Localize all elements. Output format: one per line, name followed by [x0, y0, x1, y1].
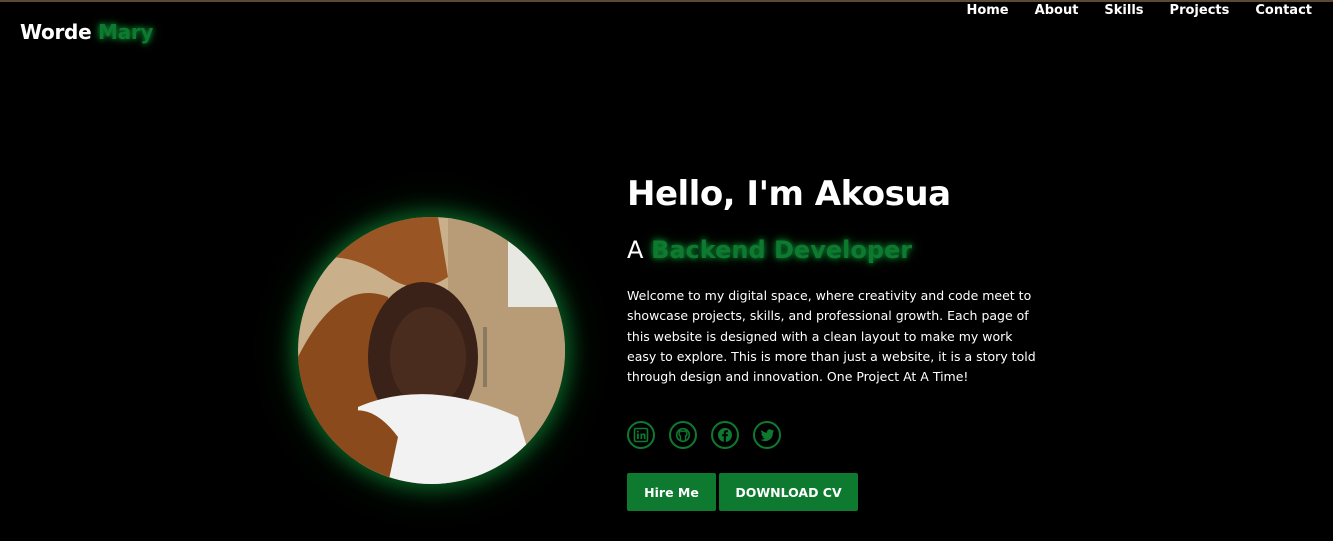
nav-about[interactable]: About: [1022, 3, 1092, 19]
nav-home[interactable]: Home: [953, 3, 1021, 19]
hero-subtitle: A Backend Developer: [627, 236, 912, 264]
hero-title: Hello, I'm Akosua: [627, 174, 951, 214]
nav-skills[interactable]: Skills: [1091, 3, 1156, 19]
logo-second: Mary: [98, 20, 154, 44]
facebook-link[interactable]: [711, 421, 739, 449]
hire-me-button[interactable]: Hire Me: [627, 473, 716, 511]
nav-contact[interactable]: Contact: [1242, 3, 1325, 19]
hero-prefix: A: [627, 236, 644, 264]
top-border: [0, 0, 1333, 2]
hero-role: Backend Developer: [651, 236, 913, 264]
logo-first: Worde: [20, 20, 92, 44]
facebook-icon: [718, 428, 732, 442]
site-logo[interactable]: Worde Mary: [20, 20, 153, 44]
social-links: [627, 421, 781, 449]
github-icon: [675, 427, 691, 443]
twitter-link[interactable]: [753, 421, 781, 449]
twitter-icon: [760, 429, 774, 442]
profile-photo: [298, 217, 565, 484]
nav-projects[interactable]: Projects: [1157, 3, 1243, 19]
linkedin-icon: [633, 427, 649, 443]
main-nav: Home About Skills Projects Contact: [953, 3, 1325, 19]
download-cv-button[interactable]: DOWNLOAD CV: [719, 473, 858, 511]
hero-description: Welcome to my digital space, where creat…: [627, 288, 1036, 385]
linkedin-link[interactable]: [627, 421, 655, 449]
github-link[interactable]: [669, 421, 697, 449]
